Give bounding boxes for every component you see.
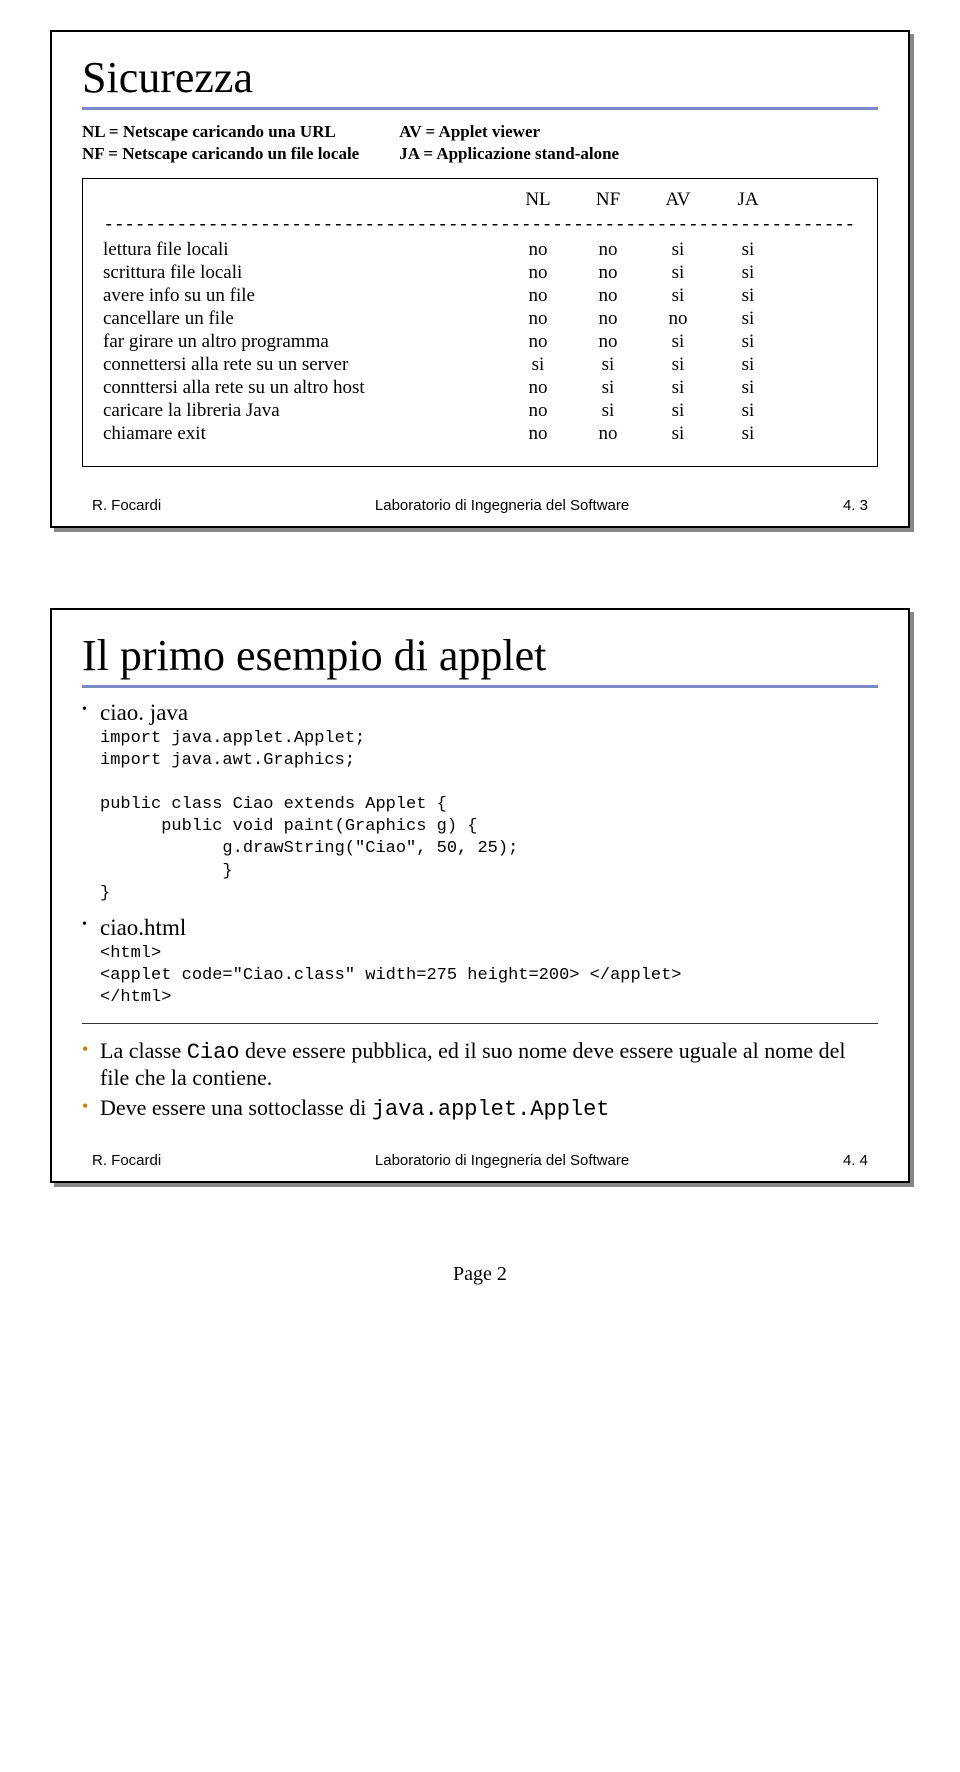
bullet-label: ciao.html (100, 915, 186, 940)
col-header: AV (643, 189, 713, 211)
legend-item: JA = Applicazione stand-alone (399, 144, 619, 164)
permission-table: NL NF AV JA ----------------------------… (82, 178, 878, 467)
row-label: caricare la libreria Java (103, 400, 503, 422)
row-label: far girare un altro programma (103, 331, 503, 353)
table-row: far girare un altro programmanonosisi (103, 331, 857, 353)
title-rule (82, 685, 878, 688)
cell: si (573, 400, 643, 422)
row-label: avere info su un file (103, 285, 503, 307)
footer-num: 4. 3 (843, 497, 868, 514)
bullet-item: ciao.html <html> <applet code="Ciao.clas… (100, 915, 878, 1009)
row-label: cancellare un file (103, 308, 503, 330)
row-label: connttersi alla rete su un altro host (103, 377, 503, 399)
cell: no (503, 285, 573, 307)
cell: no (503, 331, 573, 353)
footer-course: Laboratorio di Ingegneria del Software (375, 497, 629, 514)
legend: NL = Netscape caricando una URL NF = Net… (82, 122, 878, 166)
table-row: scrittura file localinonosisi (103, 262, 857, 284)
cell: si (713, 285, 783, 307)
footer-course: Laboratorio di Ingegneria del Software (375, 1152, 629, 1169)
cell: si (713, 262, 783, 284)
legend-right: AV = Applet viewer JA = Applicazione sta… (399, 122, 619, 166)
col-header: NL (503, 189, 573, 211)
legend-left: NL = Netscape caricando una URL NF = Net… (82, 122, 359, 166)
cell: no (573, 331, 643, 353)
row-label: chiamare exit (103, 423, 503, 445)
cell: no (573, 239, 643, 261)
code-block-java: import java.applet.Applet; import java.a… (100, 728, 878, 905)
cell: si (713, 354, 783, 376)
cell: si (643, 400, 713, 422)
row-label: lettura file locali (103, 239, 503, 261)
cell: no (503, 262, 573, 284)
legend-item: NF = Netscape caricando un file locale (82, 144, 359, 164)
cell: si (643, 262, 713, 284)
cell: no (503, 239, 573, 261)
slide-applet-example: Il primo esempio di applet ciao. java im… (50, 608, 910, 1183)
table-row: avere info su un filenonosisi (103, 285, 857, 307)
footer-author: R. Focardi (92, 1152, 161, 1169)
cell: si (643, 423, 713, 445)
slide-title: Il primo esempio di applet (82, 630, 878, 681)
note-item: La classe Ciao deve essere pubblica, ed … (100, 1038, 878, 1091)
cell: no (503, 400, 573, 422)
footer-num: 4. 4 (843, 1152, 868, 1169)
slide-title: Sicurezza (82, 52, 878, 103)
cell: si (713, 423, 783, 445)
table-row: connettersi alla rete su un serversisisi… (103, 354, 857, 376)
cell: si (713, 331, 783, 353)
title-rule (82, 107, 878, 110)
divider (82, 1023, 878, 1024)
cell: no (573, 308, 643, 330)
notes-list: La classe Ciao deve essere pubblica, ed … (82, 1038, 878, 1122)
cell: si (643, 354, 713, 376)
row-label: connettersi alla rete su un server (103, 354, 503, 376)
cell: si (713, 400, 783, 422)
row-label: scrittura file locali (103, 262, 503, 284)
cell: si (573, 377, 643, 399)
col-header: JA (713, 189, 783, 211)
bullet-item: ciao. java import java.applet.Applet; im… (100, 700, 878, 905)
cell: no (573, 285, 643, 307)
cell: si (503, 354, 573, 376)
cell: no (643, 308, 713, 330)
cell: no (503, 308, 573, 330)
cell: si (713, 239, 783, 261)
legend-item: NL = Netscape caricando una URL (82, 122, 359, 142)
table-row: caricare la libreria Javanosisisi (103, 400, 857, 422)
cell: si (643, 239, 713, 261)
code-block-html: <html> <applet code="Ciao.class" width=2… (100, 943, 878, 1009)
table-row: connttersi alla rete su un altro hostnos… (103, 377, 857, 399)
slide-footer: R. Focardi Laboratorio di Ingegneria del… (82, 1152, 878, 1169)
slide-security: Sicurezza NL = Netscape caricando una UR… (50, 30, 910, 528)
col-header: NF (573, 189, 643, 211)
cell: si (643, 377, 713, 399)
footer-author: R. Focardi (92, 497, 161, 514)
cell: no (503, 423, 573, 445)
table-header: NL NF AV JA (103, 189, 857, 211)
table-row: chiamare exitnonosisi (103, 423, 857, 445)
cell: si (573, 354, 643, 376)
table-row: lettura file localinonosisi (103, 239, 857, 261)
divider: ----------------------------------------… (103, 213, 857, 235)
cell: no (573, 423, 643, 445)
cell: si (713, 377, 783, 399)
slide-footer: R. Focardi Laboratorio di Ingegneria del… (82, 497, 878, 514)
document-page: Sicurezza NL = Netscape caricando una UR… (0, 0, 960, 1306)
cell: si (713, 308, 783, 330)
table-row: cancellare un filenononosi (103, 308, 857, 330)
cell: no (503, 377, 573, 399)
legend-item: AV = Applet viewer (399, 122, 619, 142)
cell: no (573, 262, 643, 284)
page-number: Page 2 (50, 1263, 910, 1286)
bullet-label: ciao. java (100, 700, 188, 725)
note-item: Deve essere una sottoclasse di java.appl… (100, 1095, 878, 1122)
cell: si (643, 331, 713, 353)
bullet-list: ciao. java import java.applet.Applet; im… (82, 700, 878, 1009)
cell: si (643, 285, 713, 307)
